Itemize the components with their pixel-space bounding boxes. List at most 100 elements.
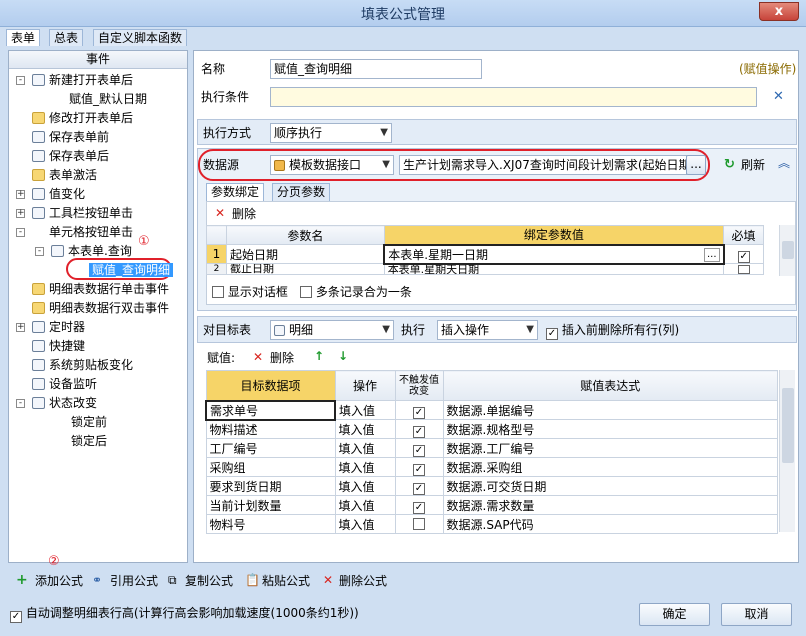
target-field-cell[interactable]: 采购组 xyxy=(205,457,336,477)
target-field-cell[interactable]: 物料描述 xyxy=(205,419,336,439)
no-trigger-checkbox[interactable]: ✓ xyxy=(413,406,425,419)
target-field-cell[interactable]: 物料号 xyxy=(205,514,336,534)
expression-cell[interactable]: 数据源.SAP代码 xyxy=(442,514,778,534)
table-row[interactable]: 采购组 填入值 ✓ 数据源.采购组 xyxy=(205,457,778,477)
operation-cell[interactable]: 填入值 xyxy=(334,419,396,439)
expression-cell[interactable]: 数据源.规格型号 xyxy=(442,419,778,439)
move-down-icon[interactable]: ↓ xyxy=(338,347,348,365)
param-name[interactable]: 起始日期 xyxy=(225,244,385,264)
target-field-cell[interactable]: 当前计划数量 xyxy=(205,495,336,515)
expression-icon[interactable]: ✕ xyxy=(773,89,784,104)
add-icon[interactable]: + xyxy=(16,571,28,589)
operation-cell[interactable]: 填入值 xyxy=(334,495,396,515)
node-form-query[interactable]: 本表单.查询 xyxy=(51,242,132,261)
node-save-before[interactable]: 保存表单前 xyxy=(32,128,109,147)
param-value[interactable]: 本表单.星期天日期 xyxy=(383,263,725,275)
copy-formula-button[interactable]: 复制公式 xyxy=(185,572,233,590)
node-assign-default-date[interactable]: 赋值_默认日期 xyxy=(52,90,147,109)
required-cell[interactable]: ✓ xyxy=(723,244,764,264)
collapse-icon[interactable]: - xyxy=(16,399,25,408)
move-up-icon[interactable]: ↑ xyxy=(314,347,324,365)
operation-cell[interactable]: 填入值 xyxy=(334,514,396,534)
param-scrollbar[interactable] xyxy=(779,225,795,276)
operation-cell[interactable]: 填入值 xyxy=(334,457,396,477)
expression-cell[interactable]: 数据源.单据编号 xyxy=(442,400,778,420)
node-state-change[interactable]: 状态改变 xyxy=(32,394,97,413)
node-cell-button-click[interactable]: 单元格按钮单击 xyxy=(32,223,133,242)
tab-form[interactable]: 表单 xyxy=(6,29,41,46)
table-row[interactable]: 需求单号 填入值 ✓ 数据源.单据编号 xyxy=(205,399,778,421)
ok-button[interactable]: 确定 xyxy=(639,603,710,626)
condition-input[interactable] xyxy=(270,87,757,107)
cancel-button[interactable]: 取消 xyxy=(721,603,792,626)
node-assign-query-detail[interactable]: 赋值_查询明细 xyxy=(72,261,174,280)
clear-before-insert-checkbox[interactable]: ✓ xyxy=(546,328,558,340)
no-trigger-cell[interactable]: ✓ xyxy=(394,400,444,420)
required-checkbox[interactable] xyxy=(737,265,750,274)
table-row[interactable]: 1 起始日期 本表单.星期一日期... ✓ xyxy=(206,243,764,265)
no-trigger-cell[interactable]: ✓ xyxy=(394,438,444,458)
no-trigger-checkbox[interactable]: ✓ xyxy=(413,501,425,514)
link-icon[interactable]: ⚭ xyxy=(92,571,102,589)
node-clipboard-change[interactable]: 系统剪贴板变化 xyxy=(32,356,133,375)
param-delete-button[interactable]: 删除 xyxy=(232,205,256,223)
clear-before-insert-option[interactable]: ✓ 插入前删除所有行(列) xyxy=(546,321,679,340)
collapse-icon[interactable]: ︽ xyxy=(778,154,790,172)
no-trigger-checkbox[interactable]: ✓ xyxy=(413,425,425,438)
param-browse-button[interactable]: ... xyxy=(703,247,720,262)
no-trigger-checkbox[interactable]: ✓ xyxy=(413,482,425,495)
delete-icon[interactable]: ✕ xyxy=(323,571,333,589)
expression-cell[interactable]: 数据源.采购组 xyxy=(442,457,778,477)
name-input[interactable]: 赋值_查询明细 xyxy=(270,59,482,79)
target-select[interactable]: 明细 ▼ xyxy=(270,320,394,340)
param-value-cell[interactable]: 本表单.星期一日期... xyxy=(383,243,725,265)
node-timer[interactable]: 定时器 xyxy=(32,318,85,337)
expand-icon[interactable]: + xyxy=(16,323,25,332)
datasource-path-input[interactable]: 生产计划需求导入.XJ07查询时间段计划需求(起始日期 xyxy=(399,155,687,175)
datasource-browse-button[interactable]: ... xyxy=(686,155,706,175)
collapse-icon[interactable]: - xyxy=(16,76,25,85)
delete-icon[interactable]: ✕ xyxy=(215,204,225,222)
scroll-thumb[interactable] xyxy=(782,241,794,259)
table-row[interactable]: 物料号 填入值 数据源.SAP代码 xyxy=(205,514,778,534)
no-trigger-checkbox[interactable]: ✓ xyxy=(413,463,425,476)
table-row[interactable]: 2 截止日期 本表单.星期天日期 xyxy=(206,263,764,275)
node-detail-row-dblclick[interactable]: 明细表数据行双击事件 xyxy=(32,299,169,318)
operation-cell[interactable]: 填入值 xyxy=(334,438,396,458)
table-row[interactable]: 工厂编号 填入值 ✓ 数据源.工厂编号 xyxy=(205,438,778,458)
node-shortcut[interactable]: 快捷键 xyxy=(32,337,85,356)
table-row[interactable]: 物料描述 填入值 ✓ 数据源.规格型号 xyxy=(205,419,778,439)
paste-formula-button[interactable]: 粘贴公式 xyxy=(262,572,310,590)
no-trigger-cell[interactable]: ✓ xyxy=(394,457,444,477)
node-form-activate[interactable]: 表单激活 xyxy=(32,166,97,185)
paste-icon[interactable]: 📋 xyxy=(245,571,260,589)
collapse-icon[interactable]: - xyxy=(16,228,25,237)
close-button[interactable]: x xyxy=(759,2,799,21)
tab-paging-params[interactable]: 分页参数 xyxy=(272,183,331,201)
node-lock-before[interactable]: 锁定前 xyxy=(54,413,107,432)
expression-cell[interactable]: 数据源.需求数量 xyxy=(442,495,778,515)
add-formula-button[interactable]: 添加公式 xyxy=(35,572,83,590)
node-lock-after[interactable]: 锁定后 xyxy=(54,432,107,451)
delete-icon[interactable]: ✕ xyxy=(253,348,263,366)
node-new-open-after[interactable]: 新建打开表单后 xyxy=(32,71,133,90)
required-checkbox[interactable]: ✓ xyxy=(737,250,750,263)
exec-mode-select[interactable]: 顺序执行 ▼ xyxy=(270,123,392,143)
node-device-listen[interactable]: 设备监听 xyxy=(32,375,97,394)
no-trigger-cell[interactable]: ✓ xyxy=(394,476,444,496)
show-dialog-option[interactable]: 显示对话框 xyxy=(212,283,288,301)
copy-icon[interactable]: ⧉ xyxy=(168,571,177,589)
expand-icon[interactable]: + xyxy=(16,209,25,218)
refresh-icon[interactable]: ↻ xyxy=(724,156,735,174)
required-cell[interactable] xyxy=(723,263,764,275)
expression-cell[interactable]: 数据源.工厂编号 xyxy=(442,438,778,458)
param-name[interactable]: 截止日期 xyxy=(225,263,385,275)
ref-formula-button[interactable]: 引用公式 xyxy=(110,572,158,590)
no-trigger-cell[interactable] xyxy=(394,514,444,534)
target-exec-select[interactable]: 插入操作 ▼ xyxy=(437,320,538,340)
no-trigger-checkbox[interactable] xyxy=(413,518,425,530)
node-value-change[interactable]: 值变化 xyxy=(32,185,85,204)
node-detail-row-click[interactable]: 明细表数据行单击事件 xyxy=(32,280,169,299)
target-field-cell[interactable]: 工厂编号 xyxy=(205,438,336,458)
assign-delete-button[interactable]: 删除 xyxy=(270,349,294,367)
